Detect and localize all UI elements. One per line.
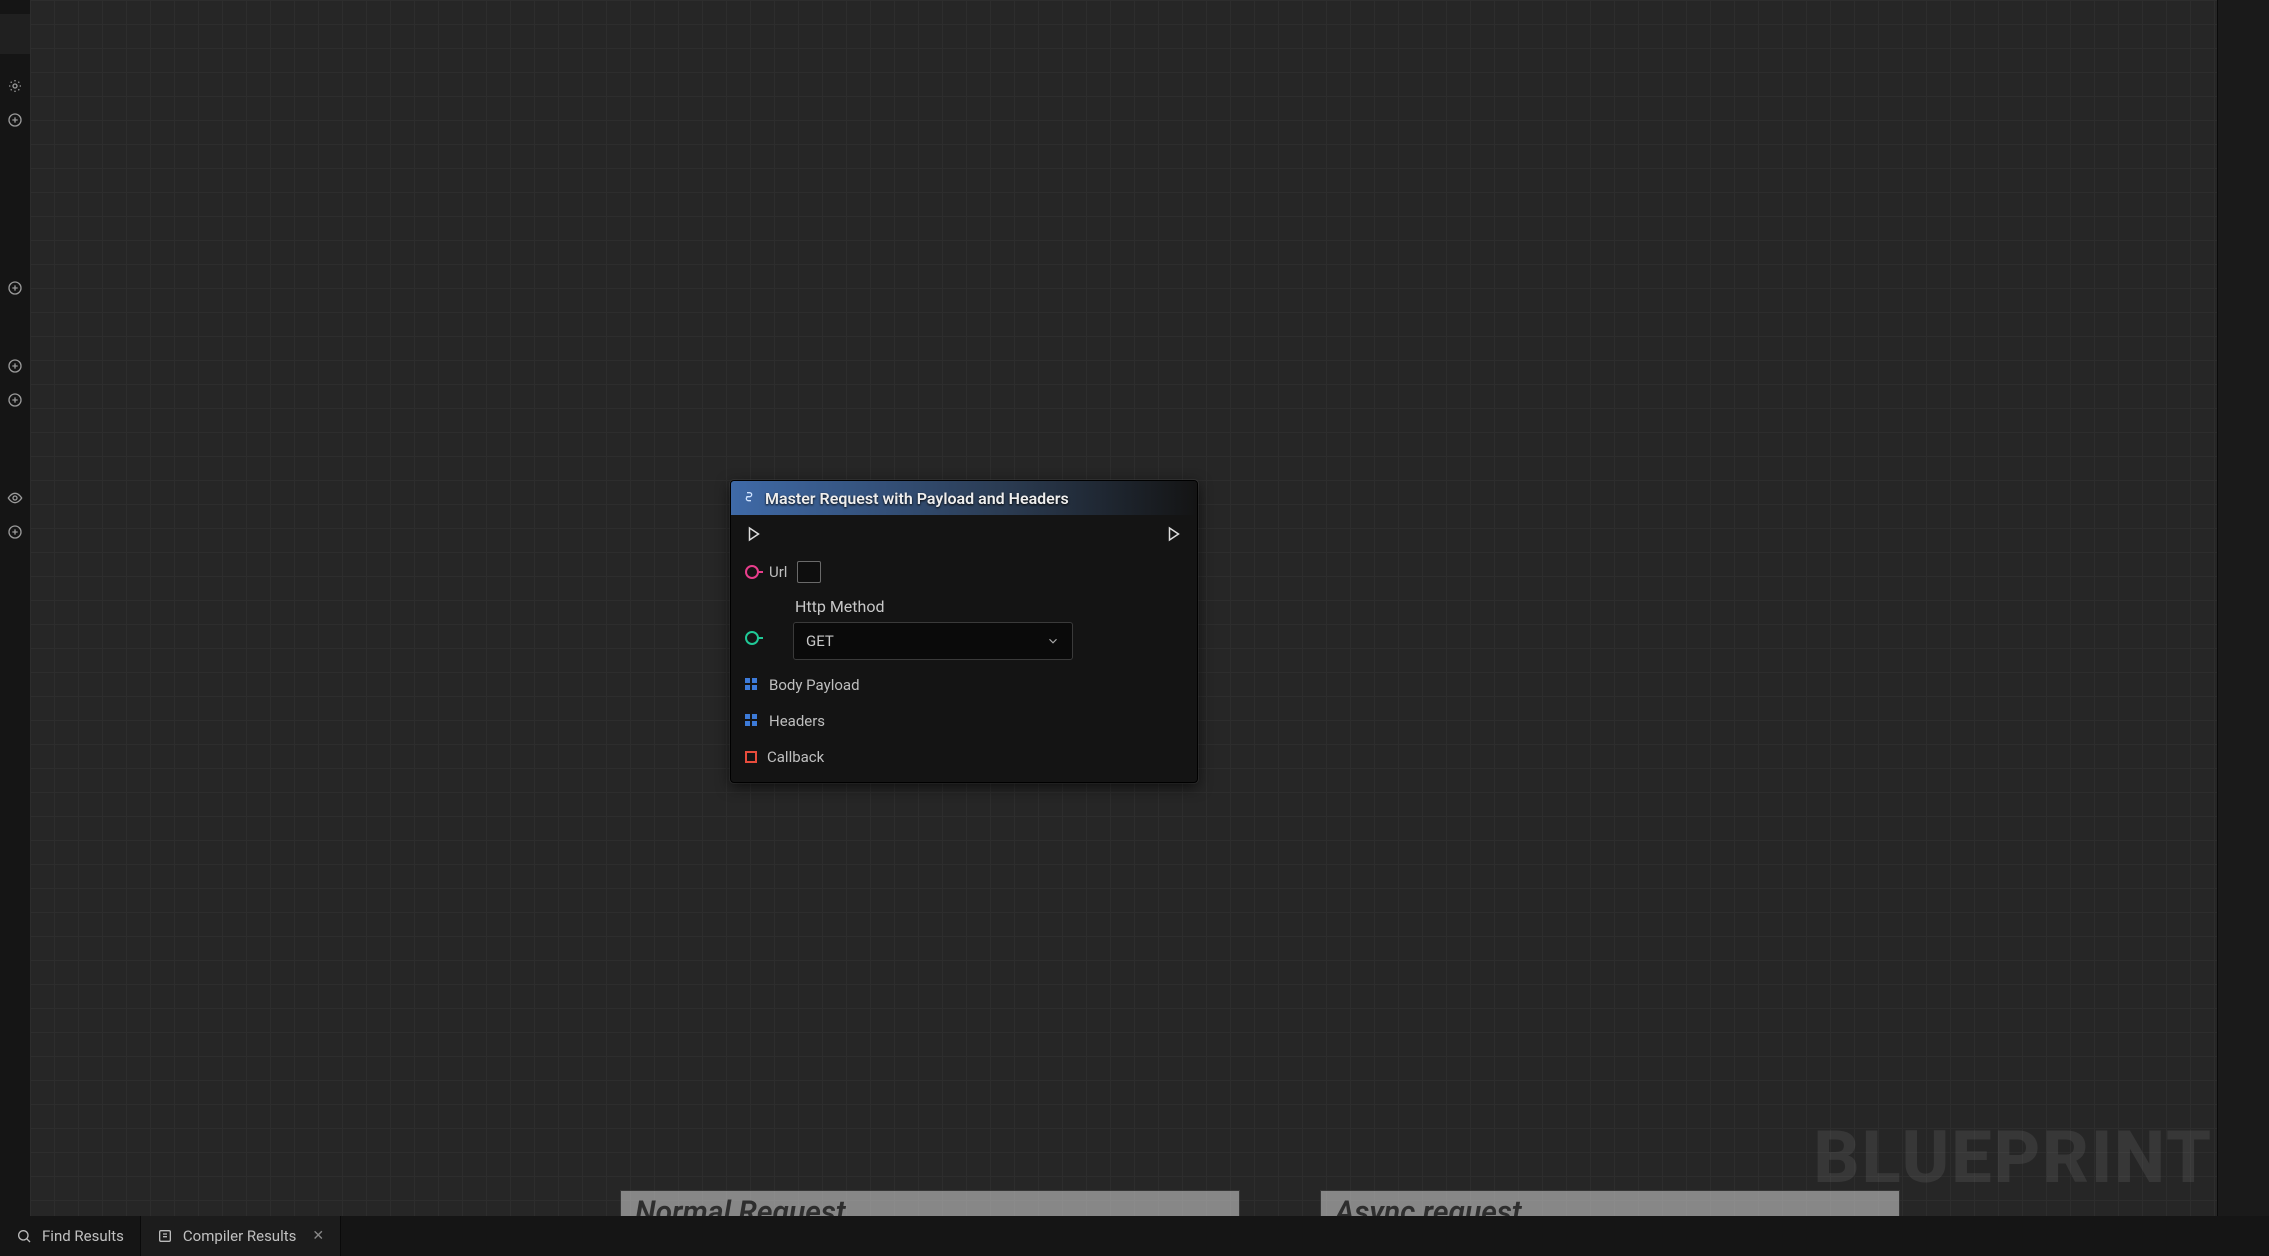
pin-row-headers: Headers (745, 710, 1183, 732)
function-node-master-request[interactable]: Master Request with Payload and Headers … (730, 480, 1198, 783)
url-input-box[interactable] (797, 561, 821, 583)
map-pin-icon[interactable] (745, 714, 759, 728)
exec-pin-out[interactable] (1165, 525, 1183, 547)
eye-icon[interactable] (7, 490, 23, 510)
pin-row-body-payload: Body Payload (745, 674, 1183, 696)
search-icon (16, 1228, 32, 1244)
pin-label-headers: Headers (769, 712, 825, 730)
comment-title: Normal Request (635, 1195, 846, 1217)
http-method-value: GET (806, 632, 834, 650)
tab-compiler-results[interactable]: Compiler Results ✕ (141, 1216, 341, 1256)
blueprint-watermark: BLUEPRINT (1813, 1115, 2213, 1200)
compiler-icon (157, 1228, 173, 1244)
map-pin-icon[interactable] (745, 678, 759, 692)
vertical-scrollbar[interactable] (2217, 0, 2269, 1216)
string-pin-icon[interactable] (745, 565, 759, 579)
pin-label-http-method: Http Method (795, 597, 1073, 616)
tab-find-results[interactable]: Find Results (0, 1216, 141, 1256)
http-method-dropdown[interactable]: GET (793, 622, 1073, 660)
comment-title: Async request (1335, 1195, 1522, 1217)
comment-box-async-request[interactable]: Async request (1320, 1190, 1900, 1216)
exec-pin-in[interactable] (745, 525, 763, 547)
plus-icon[interactable] (7, 392, 23, 412)
plus-icon[interactable] (7, 358, 23, 378)
pin-label-url: Url (769, 563, 787, 581)
tab-label: Compiler Results (183, 1227, 296, 1245)
node-body: Url Http Method GET Body Payload (731, 515, 1197, 782)
chevron-down-icon (1046, 634, 1060, 648)
pin-label-callback: Callback (767, 748, 824, 766)
left-gutter (0, 0, 30, 1216)
function-icon (741, 490, 757, 506)
close-icon[interactable]: ✕ (306, 1228, 324, 1244)
plus-icon[interactable] (7, 524, 23, 544)
enum-pin-icon[interactable] (745, 631, 759, 645)
plus-icon[interactable] (7, 112, 23, 132)
node-title-text: Master Request with Payload and Headers (765, 489, 1069, 508)
pin-row-callback: Callback (745, 746, 1183, 768)
pin-row-url: Url (745, 561, 1183, 583)
bottom-panel-tabs: Find Results Compiler Results ✕ (0, 1216, 2269, 1256)
blueprint-graph-canvas[interactable]: Master Request with Payload and Headers … (30, 0, 2269, 1216)
gutter-header (0, 14, 30, 54)
node-title-bar[interactable]: Master Request with Payload and Headers (731, 481, 1197, 515)
delegate-pin-icon[interactable] (745, 751, 757, 763)
plus-icon[interactable] (7, 280, 23, 300)
pin-label-body-payload: Body Payload (769, 676, 860, 694)
tab-label: Find Results (42, 1227, 124, 1245)
comment-box-normal-request[interactable]: Normal Request (620, 1190, 1240, 1216)
pin-row-http-method: Http Method GET (745, 597, 1183, 660)
gear-icon[interactable] (7, 78, 23, 98)
